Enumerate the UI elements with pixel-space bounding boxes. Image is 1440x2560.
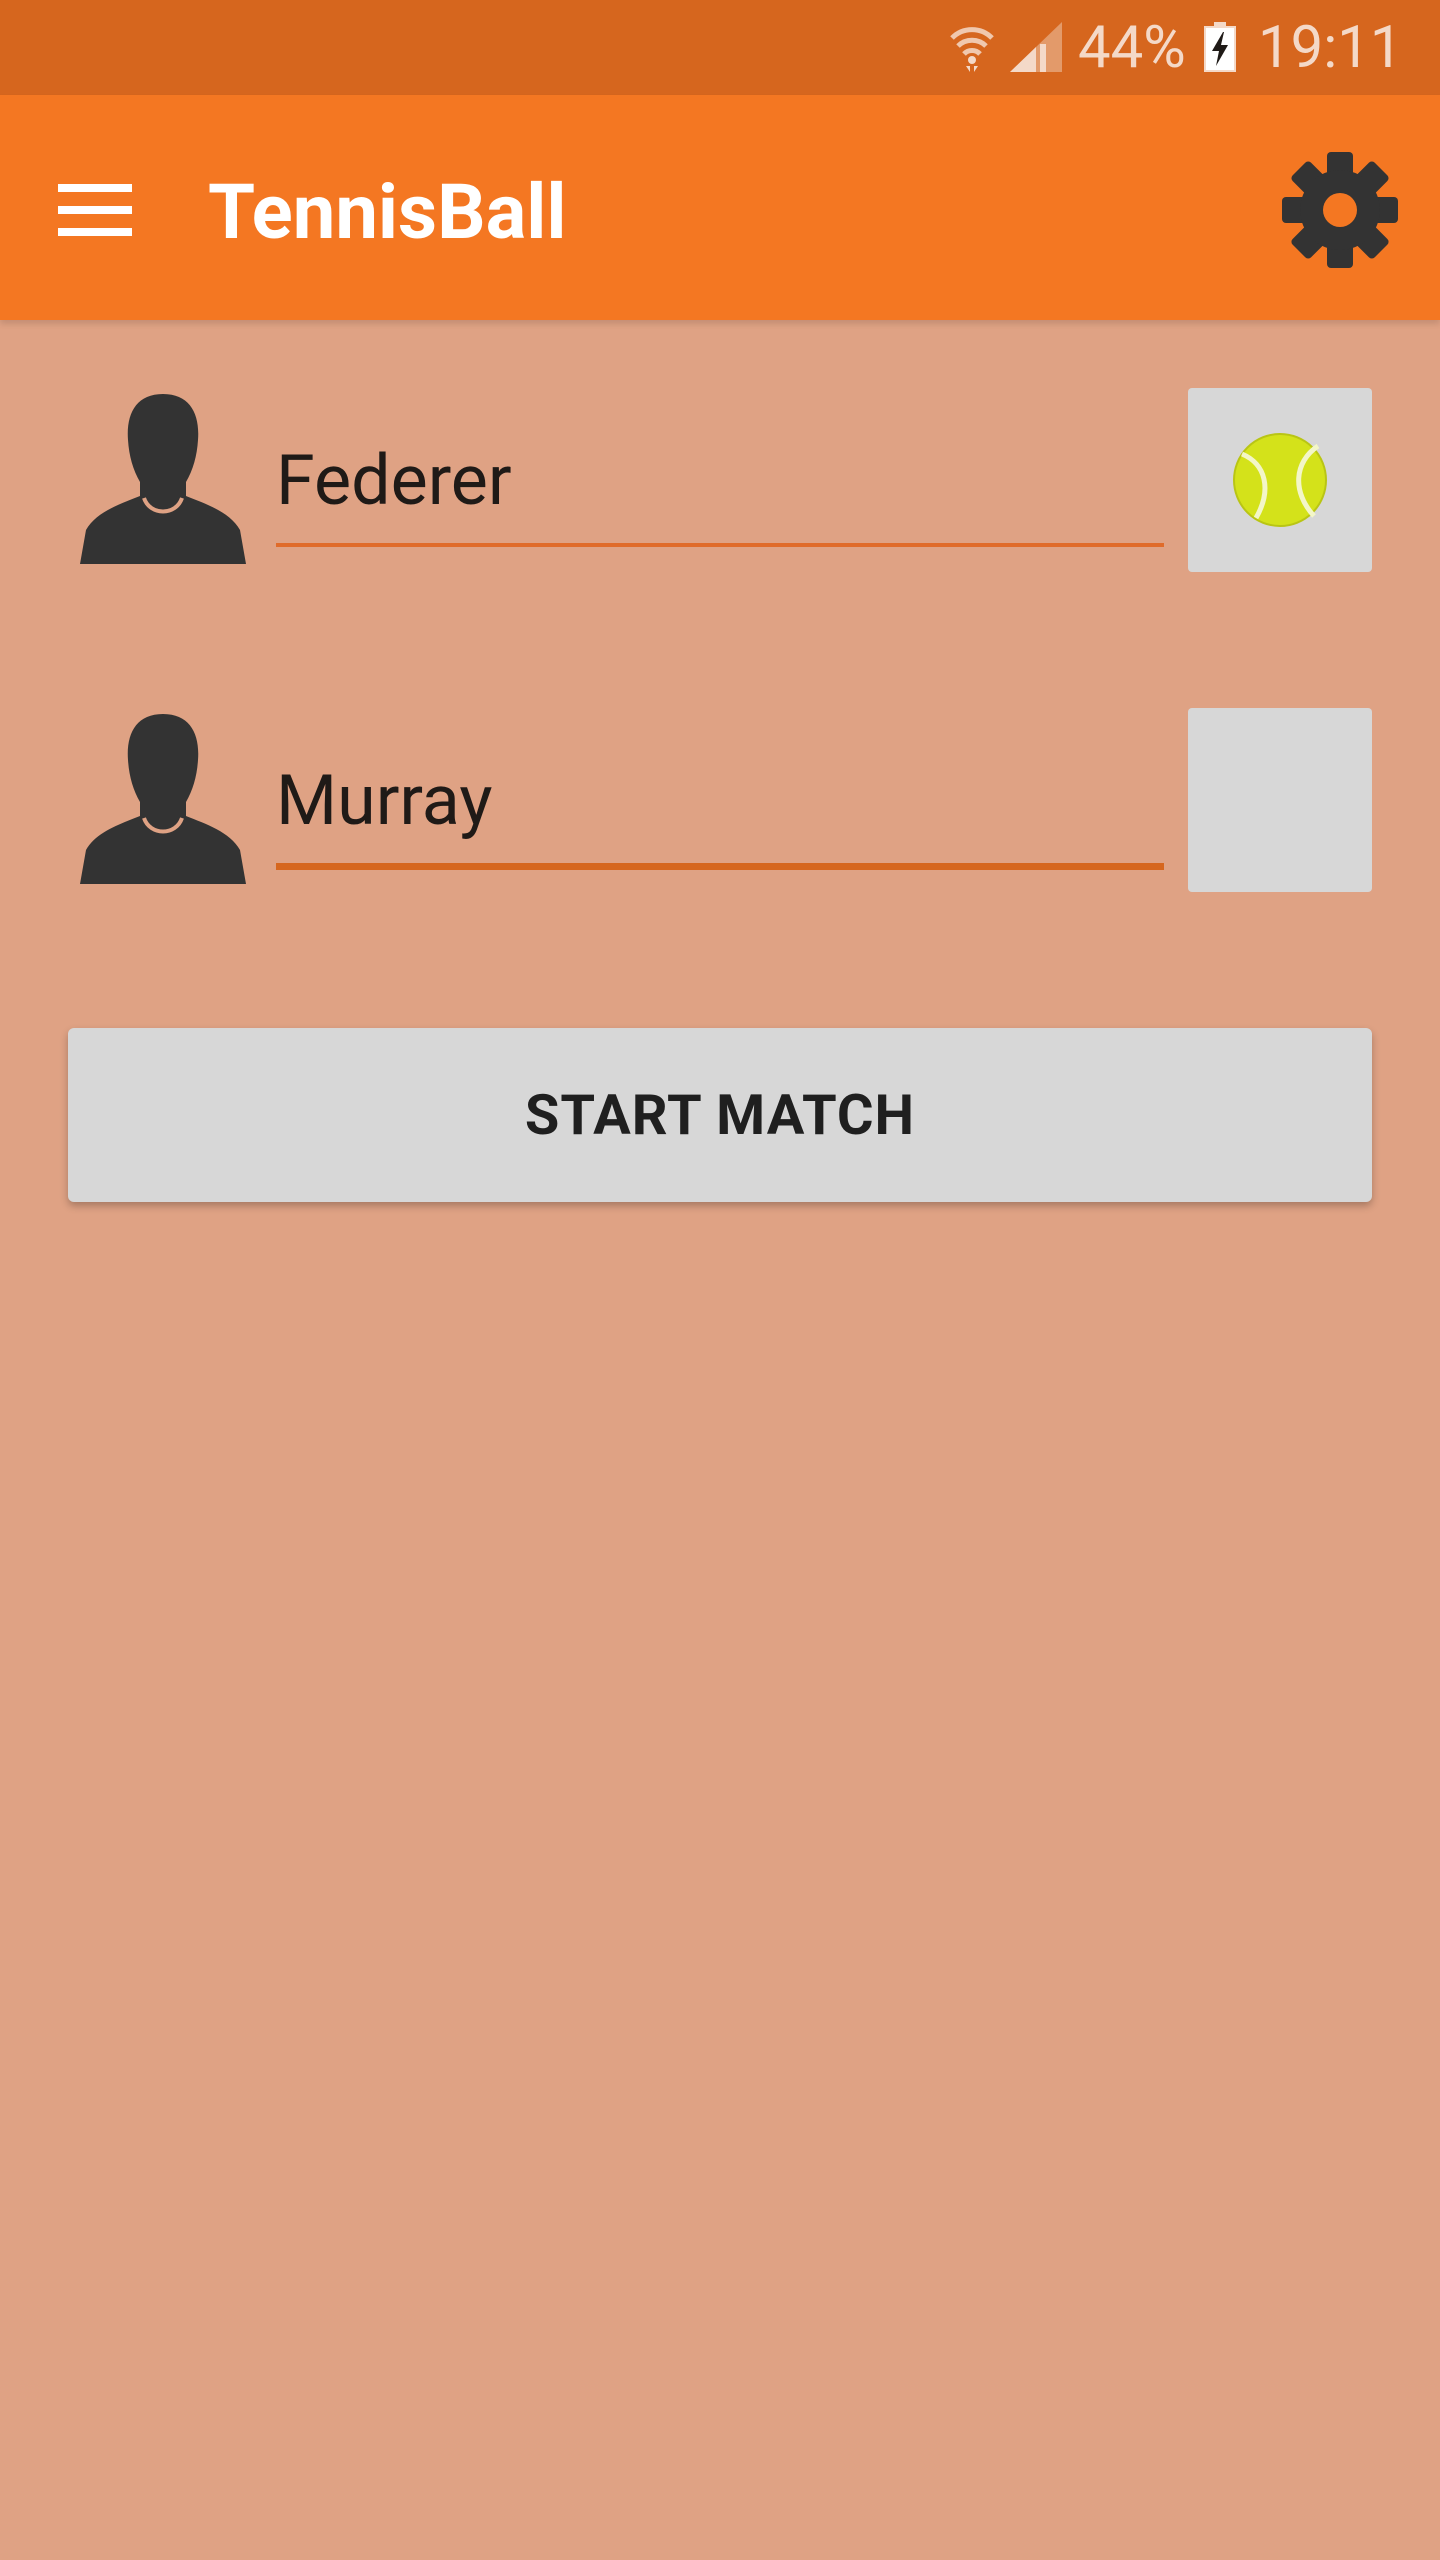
battery-percent: 44% [1078, 14, 1186, 82]
player-1-name-underline [276, 543, 1164, 547]
gear-icon[interactable] [1280, 150, 1400, 270]
wifi-icon [950, 27, 994, 72]
app-bar: TennisBall [0, 95, 1440, 320]
player-2-name-underline [276, 863, 1164, 870]
battery-charging-icon [1204, 22, 1236, 72]
player-1-name-input[interactable] [276, 436, 1164, 526]
player-2-avatar-icon [80, 714, 246, 884]
signal-icon [1010, 22, 1062, 72]
menu-button[interactable] [40, 165, 150, 255]
status-clock: 19:11 [1258, 14, 1403, 82]
tennis-ball-icon [1233, 433, 1327, 527]
status-bar: 44% 19:11 [0, 0, 1440, 95]
start-match-label: START MATCH [524, 1082, 916, 1148]
start-match-button[interactable]: START MATCH [68, 1028, 1372, 1202]
player-1-serve-toggle[interactable] [1188, 388, 1372, 572]
app-title: TennisBall [208, 167, 567, 257]
player-2-serve-toggle[interactable] [1188, 708, 1372, 892]
player-1-avatar-icon [80, 394, 246, 564]
player-2-name-input[interactable] [276, 756, 1164, 846]
